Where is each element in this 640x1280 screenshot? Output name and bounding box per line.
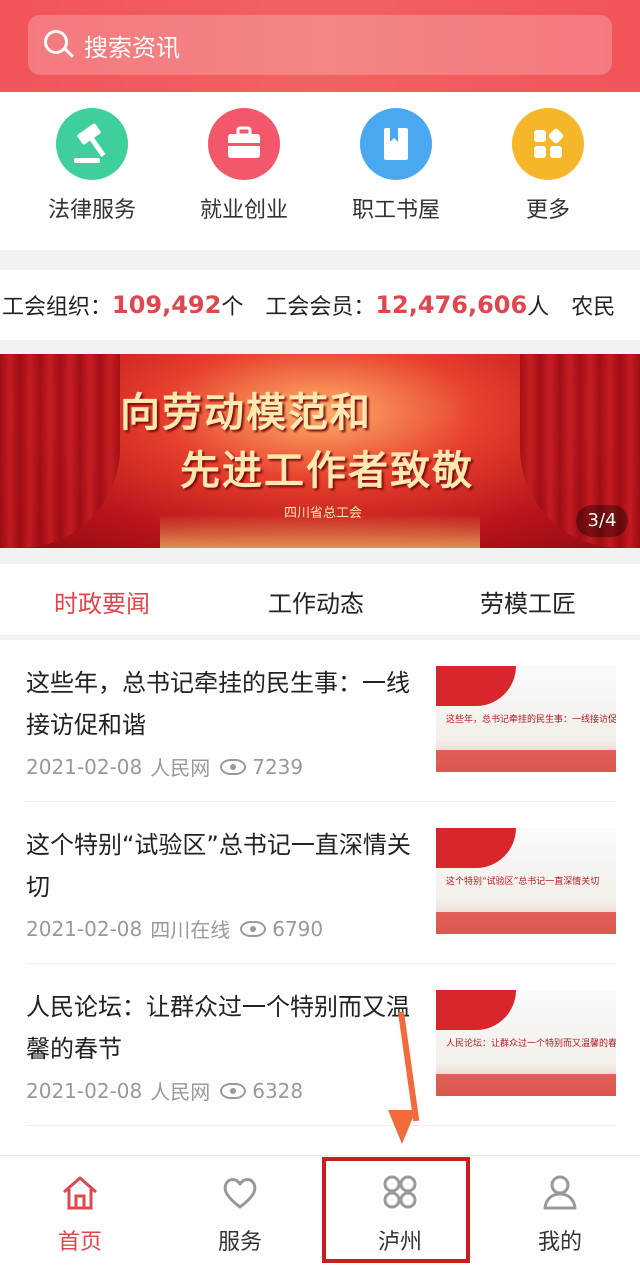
news-meta: 2021-02-08 人民网 6328 bbox=[26, 1076, 303, 1105]
quick-item-legal[interactable]: 法律服务 bbox=[22, 108, 162, 224]
eye-icon bbox=[220, 758, 247, 775]
banner-pager: 3/4 bbox=[576, 505, 628, 537]
grid-icon bbox=[512, 108, 584, 180]
nav-home[interactable]: 首页 bbox=[20, 1172, 140, 1256]
tab-politics[interactable]: 时政要闻 bbox=[54, 584, 150, 619]
news-date: 2021-02-08 bbox=[26, 916, 143, 941]
search-placeholder: 搜索资讯 bbox=[84, 33, 180, 62]
stat-org-label: 工会组织： bbox=[2, 295, 113, 320]
quick-item-more[interactable]: 更多 bbox=[478, 108, 618, 224]
news-list: 这些年，总书记牵挂的民生事：一线接访促和谐 2021-02-08 人民网 723… bbox=[0, 640, 640, 1155]
list-item[interactable]: 这个特别“试验区”总书记一直深情关切 2021-02-08 四川在线 6790 … bbox=[0, 802, 640, 964]
stats-ticker: 工会组织： 109,492 个 工会会员： 12,476,606 人 农民 bbox=[0, 270, 640, 340]
search-icon bbox=[44, 30, 74, 60]
stat-org-value: 109,492 bbox=[112, 291, 222, 319]
news-tabs: 时政要闻 工作动态 劳模工匠 bbox=[0, 564, 640, 636]
banner-headline: 向劳动模范和 bbox=[120, 389, 372, 436]
stat-org-unit: 个 bbox=[221, 295, 244, 320]
heart-icon bbox=[220, 1172, 260, 1212]
news-views: 6790 bbox=[272, 916, 324, 941]
eye-icon bbox=[240, 920, 267, 937]
quick-label: 就业创业 bbox=[199, 198, 288, 223]
news-title: 人民论坛：让群众过一个特别而又温馨的春节 bbox=[26, 993, 410, 1063]
news-views: 6328 bbox=[252, 1078, 304, 1103]
stat-member-unit: 人 bbox=[527, 295, 550, 320]
news-source: 人民网 bbox=[150, 756, 211, 780]
quick-label: 更多 bbox=[525, 198, 570, 223]
stat-member-label: 工会会员： bbox=[265, 295, 376, 320]
news-meta: 2021-02-08 四川在线 6790 bbox=[26, 914, 323, 943]
nav-label: 服务 bbox=[217, 1230, 262, 1255]
divider bbox=[26, 1125, 616, 1126]
nav-services[interactable]: 服务 bbox=[180, 1172, 300, 1256]
search-bar[interactable]: 搜索资讯 bbox=[28, 15, 612, 75]
news-title: 这些年，总书记牵挂的民生事：一线接访促和谐 bbox=[26, 669, 410, 739]
briefcase-icon bbox=[208, 108, 280, 180]
list-item[interactable]: 人民论坛：让群众过一个特别而又温馨的春节 2021-02-08 人民网 6328… bbox=[0, 964, 640, 1126]
news-thumbnail: 这个特别“试验区”总书记一直深情关切 bbox=[436, 828, 616, 934]
quick-item-employment[interactable]: 就业创业 bbox=[174, 108, 314, 224]
quick-label: 职工书屋 bbox=[351, 198, 440, 223]
bottom-nav: 首页 服务 泸州 我的 bbox=[0, 1155, 640, 1280]
tab-work-updates[interactable]: 工作动态 bbox=[268, 584, 364, 619]
list-item[interactable]: 这些年，总书记牵挂的民生事：一线接访促和谐 2021-02-08 人民网 723… bbox=[0, 640, 640, 802]
news-date: 2021-02-08 bbox=[26, 754, 143, 779]
news-source: 人民网 bbox=[150, 1080, 211, 1104]
user-icon bbox=[540, 1172, 580, 1212]
annotation-highlight-box bbox=[322, 1157, 470, 1263]
gavel-icon bbox=[56, 108, 128, 180]
header: 搜索资讯 bbox=[0, 0, 640, 92]
banner-headline: 先进工作者致敬 bbox=[180, 447, 474, 494]
quick-services: 法律服务 就业创业 职工书屋 更多 bbox=[0, 92, 640, 250]
tab-model-workers[interactable]: 劳模工匠 bbox=[480, 584, 576, 619]
curtain-decoration bbox=[0, 354, 120, 548]
quick-label: 法律服务 bbox=[47, 198, 136, 223]
book-icon bbox=[360, 108, 432, 180]
news-thumbnail: 人民论坛：让群众过一个特别而又温馨的春节 bbox=[436, 990, 616, 1096]
banner-skyline bbox=[160, 514, 480, 548]
banner-carousel[interactable]: 向劳动模范和 先进工作者致敬 四川省总工会 bbox=[0, 354, 640, 548]
news-source: 四川在线 bbox=[150, 918, 231, 942]
annotation-arrow-head bbox=[388, 1110, 416, 1144]
thumb-caption: 这个特别“试验区”总书记一直深情关切 bbox=[446, 877, 600, 887]
stat-next-label: 农民 bbox=[571, 295, 616, 320]
thumb-caption: 人民论坛：让群众过一个特别而又温馨的春节 bbox=[446, 1039, 616, 1049]
news-views: 7239 bbox=[252, 754, 304, 779]
nav-mine[interactable]: 我的 bbox=[500, 1172, 620, 1256]
stat-member-value: 12,476,606 bbox=[375, 291, 528, 319]
home-icon bbox=[60, 1172, 100, 1212]
nav-label: 我的 bbox=[537, 1230, 582, 1255]
eye-icon bbox=[220, 1082, 247, 1099]
news-thumbnail: 这些年，总书记牵挂的民生事：一线接访促和谐 bbox=[436, 666, 616, 772]
thumb-caption: 这些年，总书记牵挂的民生事：一线接访促和谐 bbox=[446, 715, 616, 725]
news-meta: 2021-02-08 人民网 7239 bbox=[26, 752, 303, 781]
news-title: 这个特别“试验区”总书记一直深情关切 bbox=[26, 831, 411, 901]
news-date: 2021-02-08 bbox=[26, 1078, 143, 1103]
nav-label: 首页 bbox=[57, 1230, 102, 1255]
quick-item-library[interactable]: 职工书屋 bbox=[326, 108, 466, 224]
